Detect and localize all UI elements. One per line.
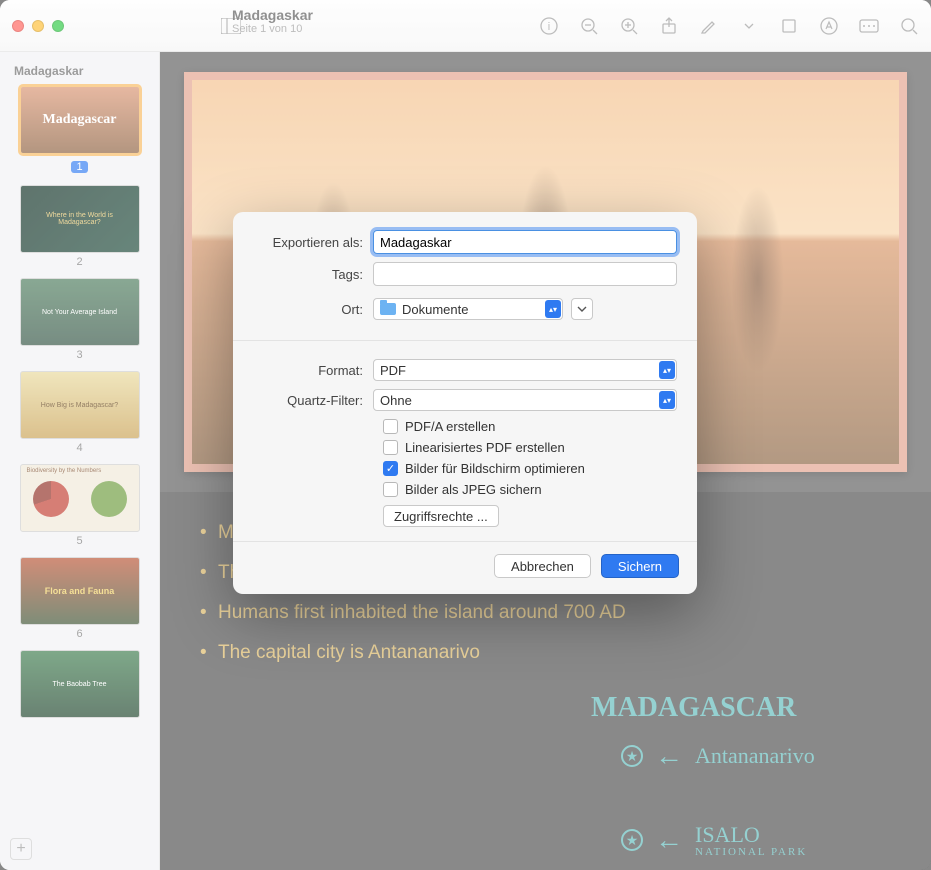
format-label: Format: bbox=[253, 363, 373, 378]
checkbox-icon bbox=[383, 482, 398, 497]
format-select[interactable]: PDF ▴▾ bbox=[373, 359, 677, 381]
location-popup[interactable]: Dokumente ▴▾ bbox=[373, 298, 563, 320]
cancel-button[interactable]: Abbrechen bbox=[494, 554, 591, 578]
app-window: Madagaskar Seite 1 von 10 i Madagaskar M… bbox=[0, 0, 931, 870]
expand-save-button[interactable] bbox=[571, 298, 593, 320]
permissions-button[interactable]: Zugriffsrechte ... bbox=[383, 505, 499, 527]
filename-input[interactable] bbox=[373, 230, 677, 254]
checkbox-jpeg[interactable]: Bilder als JPEG sichern bbox=[383, 482, 677, 497]
tags-label: Tags: bbox=[253, 267, 373, 282]
updown-icon: ▴▾ bbox=[659, 391, 675, 409]
save-button[interactable]: Sichern bbox=[601, 554, 679, 578]
checkbox-icon: ✓ bbox=[383, 461, 398, 476]
checkbox-linearized[interactable]: Linearisiertes PDF erstellen bbox=[383, 440, 677, 455]
folder-icon bbox=[380, 303, 396, 315]
quartz-filter-label: Quartz-Filter: bbox=[253, 393, 373, 408]
location-label: Ort: bbox=[253, 302, 373, 317]
updown-icon: ▴▾ bbox=[659, 361, 675, 379]
updown-icon: ▴▾ bbox=[545, 300, 561, 318]
checkbox-icon bbox=[383, 419, 398, 434]
checkbox-icon bbox=[383, 440, 398, 455]
checkbox-pdfa[interactable]: PDF/A erstellen bbox=[383, 419, 677, 434]
tags-input[interactable] bbox=[373, 262, 677, 286]
checkbox-optimize-images[interactable]: ✓ Bilder für Bildschirm optimieren bbox=[383, 461, 677, 476]
quartz-filter-select[interactable]: Ohne ▴▾ bbox=[373, 389, 677, 411]
export-dialog: Exportieren als: Tags: Ort: Dokumente ▴▾ bbox=[233, 212, 697, 594]
export-as-label: Exportieren als: bbox=[253, 235, 373, 250]
